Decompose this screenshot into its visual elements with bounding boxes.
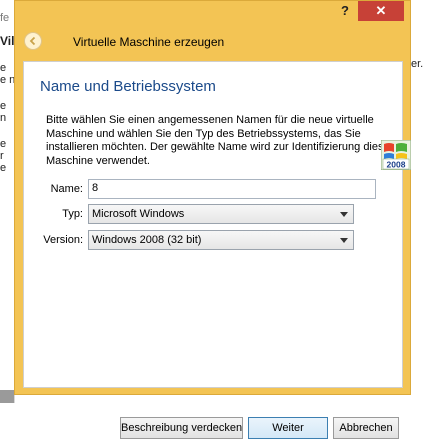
background-text: fe xyxy=(0,12,10,24)
create-vm-dialog: ? ✕ Virtuelle Maschine erzeugen Name und… xyxy=(14,0,411,439)
type-select-value: Microsoft Windows xyxy=(92,208,185,220)
background-text: Vil xyxy=(0,34,15,48)
close-button[interactable]: ✕ xyxy=(358,1,404,21)
os-icon-badge: 2008 xyxy=(387,160,406,170)
background-text: n xyxy=(0,112,7,124)
help-button[interactable]: ? xyxy=(332,1,358,21)
back-arrow-icon xyxy=(29,36,36,46)
type-label: Typ: xyxy=(62,208,83,220)
next-button[interactable]: Weiter xyxy=(248,417,328,439)
wizard-header: Virtuelle Maschine erzeugen xyxy=(15,23,410,61)
type-select[interactable]: Microsoft Windows xyxy=(88,204,354,224)
windows-2008-icon: 2008 xyxy=(381,140,411,170)
hide-description-button[interactable]: Beschreibung verdecken xyxy=(120,417,243,439)
background-text: e n xyxy=(0,74,15,86)
background-text: e xyxy=(0,162,7,174)
title-bar[interactable]: ? ✕ xyxy=(15,1,410,23)
dialog-title: Virtuelle Maschine erzeugen xyxy=(73,35,225,49)
cancel-button[interactable]: Abbrechen xyxy=(333,417,399,439)
background-text: e xyxy=(0,62,7,74)
background-text: e xyxy=(0,100,7,112)
page-title: Name und Betriebssystem xyxy=(40,78,216,95)
name-label: Name: xyxy=(50,183,83,195)
background-text: r xyxy=(0,150,4,162)
version-select[interactable]: Windows 2008 (32 bit) xyxy=(88,230,354,250)
background-text: e xyxy=(0,138,7,150)
wizard-page: Name und Betriebssystem Bitte wählen Sie… xyxy=(23,61,403,439)
back-button[interactable] xyxy=(24,32,42,50)
chevron-down-icon xyxy=(340,238,348,243)
chevron-down-icon xyxy=(340,212,348,217)
version-label: Version: xyxy=(43,234,83,246)
background-window-right: er. xyxy=(411,0,423,403)
version-select-value: Windows 2008 (32 bit) xyxy=(92,234,202,246)
background-taskbar xyxy=(0,390,14,403)
background-text: er. xyxy=(411,58,423,70)
name-input[interactable]: 8 xyxy=(88,179,376,199)
page-description: Bitte wählen Sie einen angemessenen Name… xyxy=(46,114,394,167)
background-window: fe Vil e e n e n e r e xyxy=(0,0,15,403)
